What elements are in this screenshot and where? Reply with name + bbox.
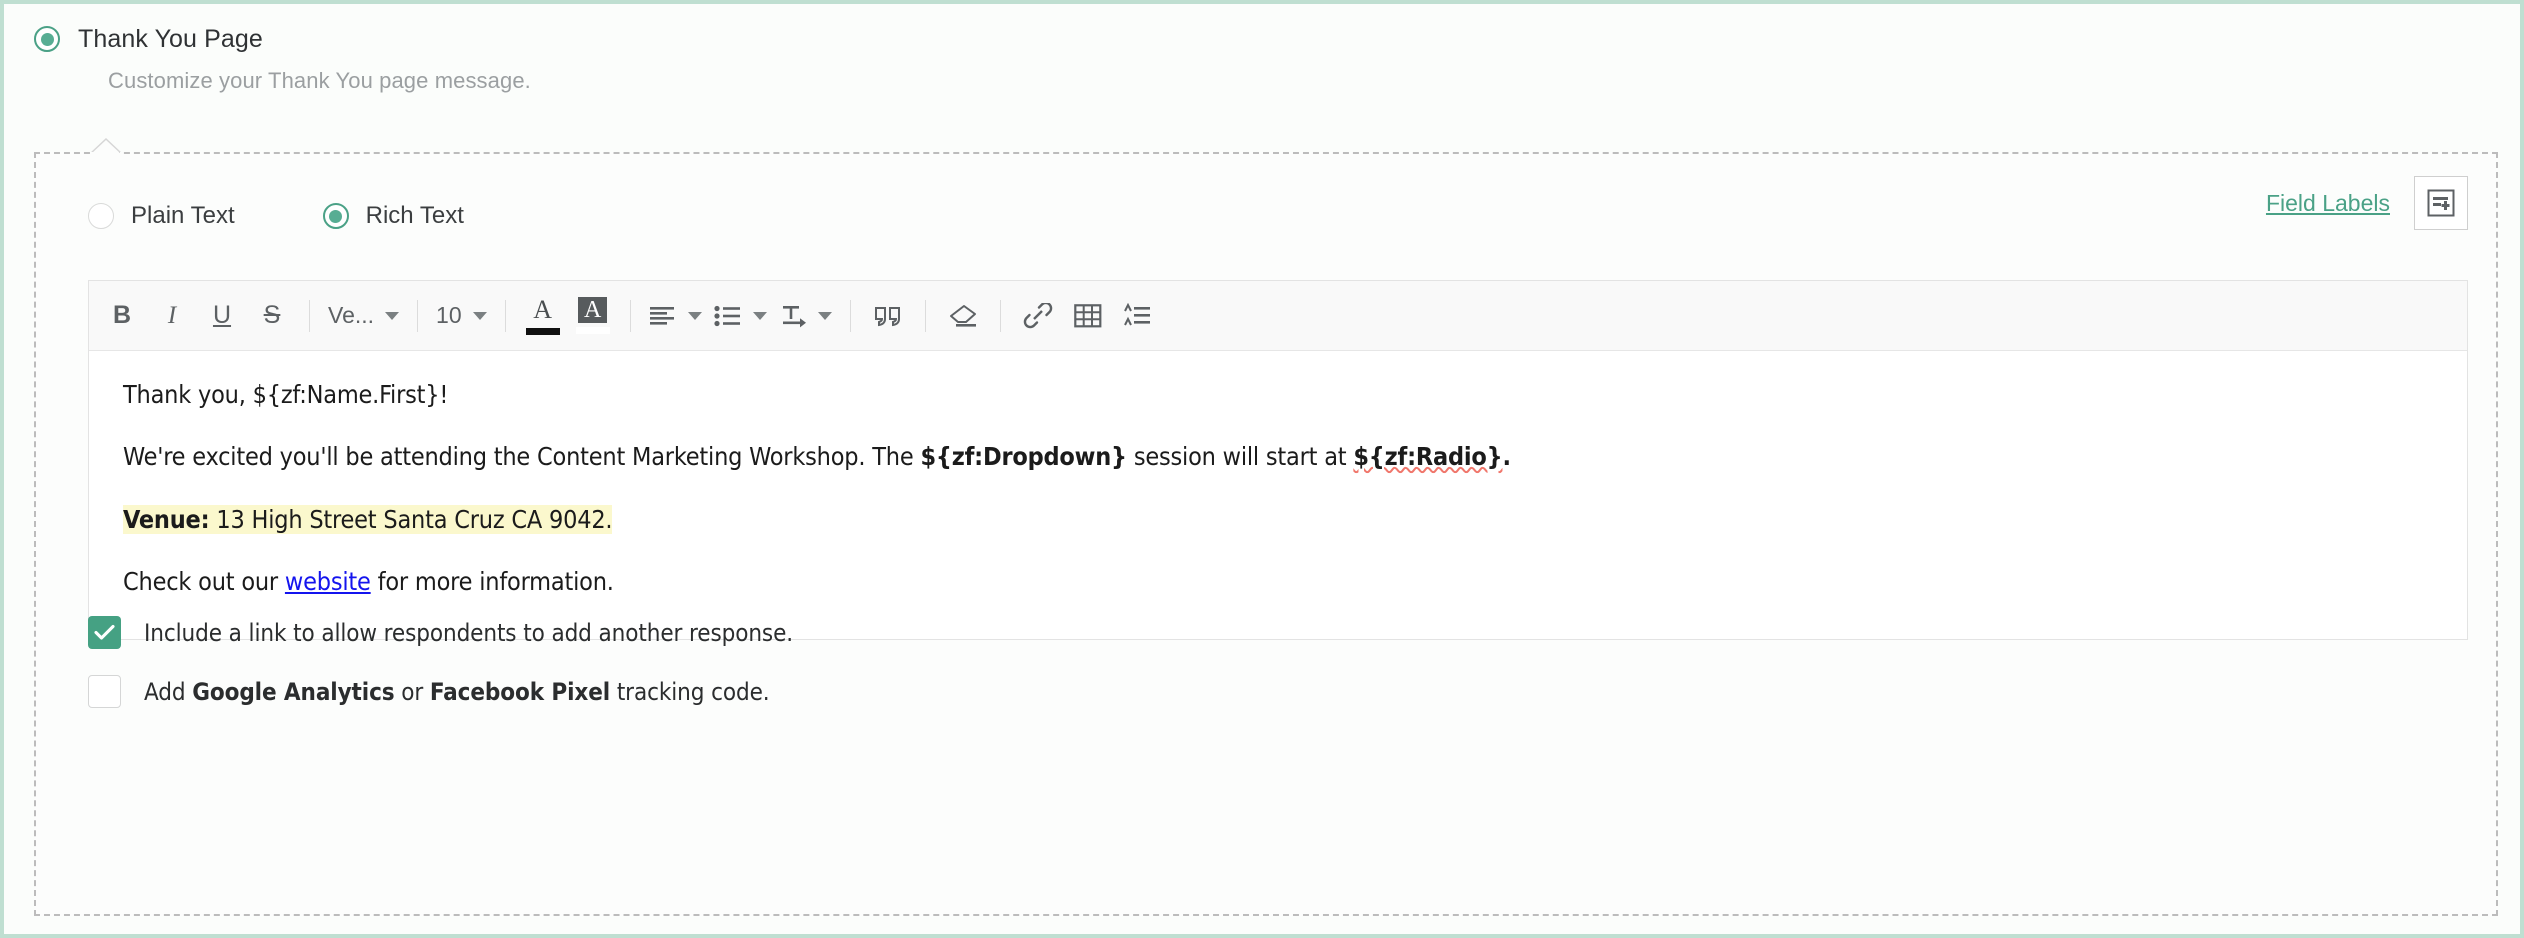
thank-you-config-panel: Plain Text Rich Text Field Labels B I U … bbox=[34, 138, 2498, 916]
editor-toolbar: B I U S Ve... 10 A A bbox=[89, 281, 2467, 351]
font-family-select[interactable]: Ve... bbox=[322, 291, 405, 341]
bullet-list-icon bbox=[714, 305, 740, 326]
chevron-down-icon bbox=[385, 311, 400, 320]
mode-option-plain-text[interactable]: Plain Text bbox=[88, 202, 235, 230]
align-left-icon bbox=[649, 306, 674, 325]
add-another-response-checkbox[interactable] bbox=[88, 616, 121, 649]
toolbar-divider bbox=[309, 299, 310, 332]
content-mode-group: Plain Text Rich Text bbox=[88, 202, 464, 230]
highlight-color-swatch bbox=[575, 327, 610, 334]
tracking-code-label: Add Google Analytics or Facebook Pixel t… bbox=[144, 678, 770, 706]
tracking-suffix: tracking code. bbox=[610, 677, 770, 706]
editor-line-greeting: Thank you, ${zf:Name.First}! bbox=[123, 379, 2433, 410]
chevron-down-icon bbox=[817, 311, 832, 320]
align-button[interactable] bbox=[643, 291, 708, 341]
bullet-list-button[interactable] bbox=[708, 291, 773, 341]
italic-button[interactable]: I bbox=[149, 291, 195, 341]
field-labels-link[interactable]: Field Labels bbox=[2266, 190, 2390, 217]
link-icon bbox=[1023, 302, 1052, 328]
rich-text-editor: B I U S Ve... 10 A A Thank you, ${zf:Nam… bbox=[88, 280, 2468, 640]
bold-icon: B bbox=[112, 301, 132, 329]
font-size-value: 10 bbox=[436, 302, 462, 328]
closing-text-b: for more information. bbox=[370, 566, 614, 596]
underline-icon: U bbox=[212, 301, 232, 329]
highlight-icon: A bbox=[575, 297, 610, 334]
strikethrough-icon: S bbox=[263, 301, 281, 329]
additional-options: Include a link to allow respondents to a… bbox=[88, 616, 2468, 708]
venue-label: Venue: bbox=[123, 504, 210, 534]
facebook-pixel-text: Facebook Pixel bbox=[429, 677, 611, 706]
link-button[interactable] bbox=[1015, 291, 1061, 341]
line-spacing-icon bbox=[1123, 302, 1150, 325]
indent-button[interactable] bbox=[773, 291, 838, 341]
radio-dot bbox=[329, 209, 343, 223]
clear-format-button[interactable] bbox=[940, 291, 986, 341]
plain-text-label: Plain Text bbox=[131, 202, 235, 229]
bold-button[interactable]: B bbox=[99, 291, 145, 341]
editor-line-venue: Venue: 13 High Street Santa Cruz CA 9042… bbox=[123, 504, 2433, 535]
editor-content[interactable]: Thank you, ${zf:Name.First}! We're excit… bbox=[89, 351, 2467, 639]
clear-format-icon bbox=[949, 304, 976, 327]
toolbar-divider bbox=[504, 299, 506, 332]
field-labels-bar: Field Labels bbox=[2266, 176, 2468, 230]
add-another-response-label: Include a link to allow respondents to a… bbox=[144, 618, 794, 647]
check-icon bbox=[94, 624, 115, 640]
radio-dot bbox=[40, 32, 54, 46]
venue-highlight: Venue: 13 High Street Santa Cruz CA 9042… bbox=[123, 504, 613, 534]
toolbar-divider bbox=[999, 299, 1001, 332]
panel-top-notch bbox=[89, 138, 123, 154]
thank-you-page-radio[interactable] bbox=[34, 26, 60, 52]
indent-icon bbox=[782, 305, 806, 327]
rich-text-radio[interactable] bbox=[322, 203, 349, 229]
highlight-color-button[interactable]: A bbox=[570, 291, 616, 341]
text-color-swatch bbox=[525, 327, 560, 335]
mode-selection-notch bbox=[389, 252, 425, 283]
chevron-down-icon bbox=[472, 311, 487, 320]
merge-field-radio: ${zf:Radio} bbox=[1353, 442, 1503, 472]
tracking-code-checkbox[interactable] bbox=[88, 675, 121, 708]
venue-value: 13 High Street Santa Cruz CA 9042. bbox=[209, 504, 613, 534]
insert-field-icon[interactable] bbox=[2414, 176, 2468, 230]
tracking-prefix: Add bbox=[144, 677, 193, 706]
mode-option-rich-text[interactable]: Rich Text bbox=[322, 202, 464, 230]
intro-text-a: We're excited you'll be attending the Co… bbox=[123, 442, 921, 472]
toolbar-divider bbox=[417, 299, 419, 332]
toolbar-divider bbox=[924, 299, 926, 332]
editor-line-intro: We're excited you'll be attending the Co… bbox=[123, 441, 2433, 472]
chevron-down-icon bbox=[752, 311, 767, 320]
editor-line-closing: Check out our website for more informati… bbox=[123, 566, 2433, 597]
merge-field-dropdown: ${zf:Dropdown} bbox=[920, 442, 1127, 472]
option-tracking-code[interactable]: Add Google Analytics or Facebook Pixel t… bbox=[88, 675, 2468, 708]
closing-text-a: Check out our bbox=[123, 566, 285, 596]
option-add-another-response[interactable]: Include a link to allow respondents to a… bbox=[88, 616, 2468, 649]
text-color-icon: A bbox=[525, 296, 560, 335]
underline-button[interactable]: U bbox=[199, 291, 245, 341]
intro-text-b: session will start at bbox=[1126, 442, 1354, 472]
text-color-button[interactable]: A bbox=[520, 291, 566, 341]
page-subtitle: Customize your Thank You page message. bbox=[108, 68, 531, 93]
greeting-text: Thank you, ${zf:Name.First}! bbox=[123, 380, 449, 409]
line-spacing-button[interactable] bbox=[1115, 291, 1161, 341]
plain-text-radio[interactable] bbox=[88, 203, 114, 229]
rich-text-label: Rich Text bbox=[365, 202, 464, 229]
tracking-middle: or bbox=[394, 677, 430, 706]
table-button[interactable] bbox=[1065, 291, 1111, 341]
thank-you-page-settings: { "section": { "radio_selected": true, "… bbox=[0, 0, 2524, 938]
strikethrough-button[interactable]: S bbox=[249, 291, 295, 341]
chevron-down-icon bbox=[687, 311, 702, 320]
page-title: Thank You Page bbox=[78, 25, 263, 53]
toolbar-divider bbox=[629, 299, 631, 332]
google-analytics-text: Google Analytics bbox=[192, 677, 395, 706]
italic-icon: I bbox=[167, 301, 177, 329]
font-family-value: Ve... bbox=[328, 302, 375, 328]
font-size-select[interactable]: 10 bbox=[430, 291, 493, 341]
website-link[interactable]: website bbox=[285, 567, 371, 596]
table-icon bbox=[1073, 303, 1102, 327]
toolbar-divider bbox=[849, 299, 851, 332]
intro-text-c: . bbox=[1502, 442, 1511, 472]
blockquote-button[interactable] bbox=[865, 291, 911, 341]
blockquote-icon bbox=[874, 306, 900, 326]
section-header: Thank You Page Customize your Thank You … bbox=[34, 26, 531, 94]
